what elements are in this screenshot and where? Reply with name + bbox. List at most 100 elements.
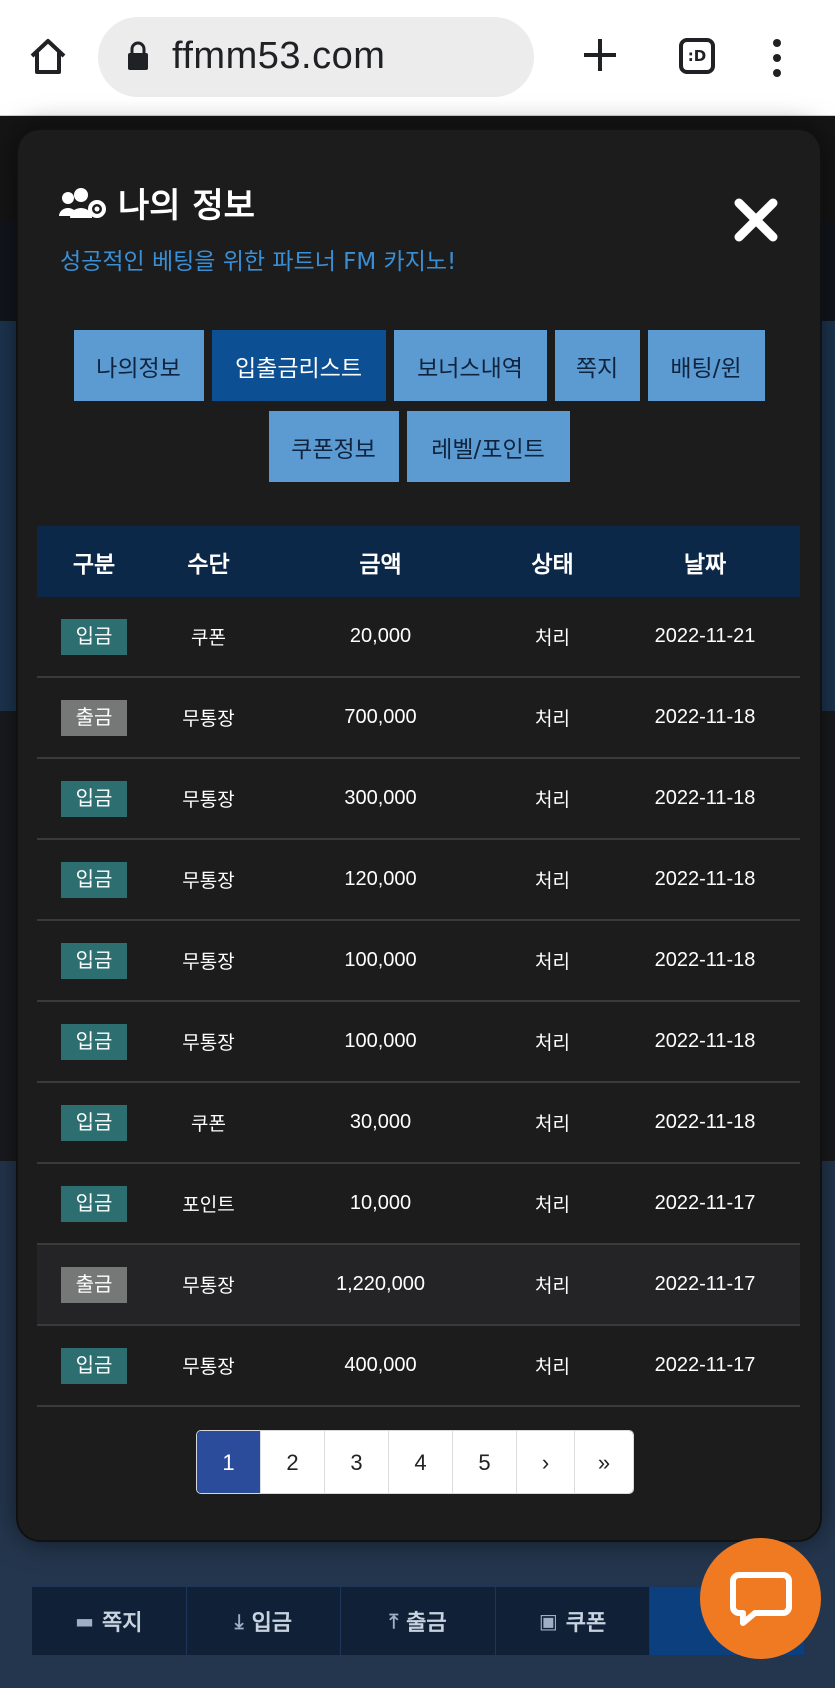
table-row: 입금 무통장 400,000 처리 2022-11-17 [37, 1326, 800, 1407]
status-cell: 처리 [535, 1275, 570, 1297]
date-cell: 2022-11-17 [654, 1273, 756, 1295]
method-cell: 무통장 [182, 870, 235, 892]
table-row: 입금 무통장 100,000 처리 2022-11-18 [37, 1002, 800, 1083]
address-bar[interactable]: ffmm53.com [98, 17, 534, 97]
date-cell: 2022-11-17 [654, 1192, 756, 1214]
page-3-button[interactable]: 3 [325, 1431, 389, 1493]
header-type: 구분 [72, 551, 116, 578]
amount-cell: 400,000 [344, 1354, 417, 1376]
type-cell: 입금 [37, 618, 151, 655]
users-cog-icon [59, 187, 106, 218]
status-cell: 처리 [535, 951, 570, 973]
status-cell: 처리 [535, 627, 570, 649]
status-cell: 처리 [535, 1194, 570, 1216]
table-row: 입금 무통장 300,000 처리 2022-11-18 [37, 759, 800, 840]
date-cell: 2022-11-18 [654, 787, 756, 809]
table-row: 입금 쿠폰 30,000 처리 2022-11-18 [37, 1083, 800, 1164]
status-cell: 처리 [535, 1113, 570, 1135]
my-info-modal: 나의 정보 성공적인 베팅을 위한 파트너 FM 카지노! 나의정보 입출금리스… [18, 130, 820, 1540]
tab-bar: 나의정보 입출금리스트 보너스내역 쪽지 배팅/윈 쿠폰정보 레벨/포인트 [38, 330, 800, 482]
type-cell: 입금 [37, 942, 151, 979]
date-cell: 2022-11-18 [654, 868, 756, 890]
close-icon[interactable] [732, 196, 780, 244]
page-5-button[interactable]: 5 [453, 1431, 517, 1493]
date-cell: 2022-11-17 [654, 1354, 756, 1376]
transaction-table: 구분 수단 금액 상태 날짜 입금 쿠폰 20,000 처리 2022-11-21 출금 무… [37, 526, 800, 1407]
bottom-nav-label: 출금 [406, 1611, 447, 1636]
amount-cell: 20,000 [349, 625, 412, 647]
method-cell: 무통장 [182, 789, 235, 811]
tab-messages[interactable]: 쪽지 [554, 330, 640, 401]
next-page-button[interactable]: › [517, 1431, 575, 1493]
method-cell: 무통장 [182, 1356, 235, 1378]
status-cell: 처리 [535, 1032, 570, 1054]
type-badge: 입금 [61, 1104, 127, 1141]
status-cell: 처리 [535, 789, 570, 811]
type-cell: 입금 [37, 1104, 151, 1141]
table-row: 입금 포인트 10,000 처리 2022-11-17 [37, 1164, 800, 1245]
method-cell: 무통장 [182, 951, 235, 973]
bottom-nav-deposit[interactable]: ⤓ 입금 [187, 1587, 342, 1655]
header-amount: 금액 [359, 551, 402, 578]
page-2-button[interactable]: 2 [261, 1431, 325, 1493]
header-date: 날짜 [683, 551, 727, 578]
amount-cell: 100,000 [344, 1030, 417, 1052]
type-badge: 입금 [61, 1023, 127, 1060]
status-cell: 처리 [535, 870, 570, 892]
amount-cell: 700,000 [344, 706, 417, 728]
method-cell: 무통장 [182, 1275, 235, 1297]
chat-icon [729, 1571, 792, 1626]
page-1-button[interactable]: 1 [197, 1431, 261, 1493]
tab-switcher-button[interactable]: :D [679, 38, 715, 74]
table-header: 구분 수단 금액 상태 날짜 [37, 526, 800, 597]
last-page-button[interactable]: » [575, 1431, 633, 1493]
type-badge: 출금 [61, 699, 127, 736]
table-body: 입금 쿠폰 20,000 처리 2022-11-21 출금 무통장 700,000 처리 2022… [37, 597, 800, 1407]
amount-cell: 120,000 [344, 868, 417, 890]
tab-betting-win[interactable]: 배팅/윈 [647, 330, 765, 401]
browser-toolbar: ffmm53.com :D [0, 0, 835, 116]
home-icon[interactable] [26, 34, 70, 78]
amount-cell: 30,000 [349, 1111, 412, 1133]
amount-cell: 100,000 [344, 949, 417, 971]
table-row: 출금 무통장 1,220,000 처리 2022-11-17 [37, 1245, 800, 1326]
method-cell: 무통장 [182, 1032, 235, 1054]
tab-level-points[interactable]: 레벨/포인트 [406, 411, 570, 482]
bottom-nav-withdraw[interactable]: ⤒ 출금 [341, 1587, 496, 1655]
type-cell: 입금 [37, 780, 151, 817]
date-cell: 2022-11-21 [654, 625, 756, 647]
status-cell: 처리 [535, 708, 570, 730]
live-chat-button[interactable] [700, 1538, 821, 1659]
bottom-nav-label: 입금 [251, 1611, 293, 1636]
date-cell: 2022-11-18 [654, 1111, 756, 1133]
bottom-nav-message[interactable]: ▬ 쪽지 [32, 1587, 187, 1655]
type-badge: 입금 [61, 942, 127, 979]
lock-icon [128, 41, 148, 70]
new-tab-icon[interactable] [580, 35, 620, 75]
date-cell: 2022-11-18 [654, 949, 756, 971]
upload-icon: ⤒ [389, 1609, 399, 1633]
type-badge: 입금 [61, 861, 127, 898]
more-menu-icon[interactable] [772, 38, 782, 78]
type-cell: 입금 [37, 1023, 151, 1060]
modal-title-row: 나의 정보 [58, 178, 255, 227]
type-badge: 입금 [61, 1185, 127, 1222]
message-icon: ▬ [75, 1609, 94, 1633]
bottom-nav-coupon[interactable]: ▣ 쿠폰 [496, 1587, 651, 1655]
tab-coupon-info[interactable]: 쿠폰정보 [268, 411, 399, 482]
tab-transactions[interactable]: 입출금리스트 [211, 330, 386, 401]
method-cell: 쿠폰 [191, 1113, 226, 1135]
download-icon: ⤓ [234, 1609, 244, 1633]
date-cell: 2022-11-18 [654, 706, 756, 728]
bottom-nav: ▬ 쪽지 ⤓ 입금 ⤒ 출금 ▣ 쿠폰 로 [31, 1586, 806, 1656]
bottom-nav-label: 쿠폰 [565, 1611, 607, 1636]
type-cell: 입금 [37, 1347, 151, 1384]
date-cell: 2022-11-18 [654, 1030, 756, 1052]
tab-bonus-history[interactable]: 보너스내역 [393, 330, 547, 401]
ticket-icon: ▣ [538, 1609, 558, 1633]
page-4-button[interactable]: 4 [389, 1431, 453, 1493]
header-status: 상태 [531, 551, 574, 578]
type-cell: 입금 [37, 861, 151, 898]
method-cell: 쿠폰 [191, 627, 226, 649]
tab-my-info[interactable]: 나의정보 [73, 330, 204, 401]
